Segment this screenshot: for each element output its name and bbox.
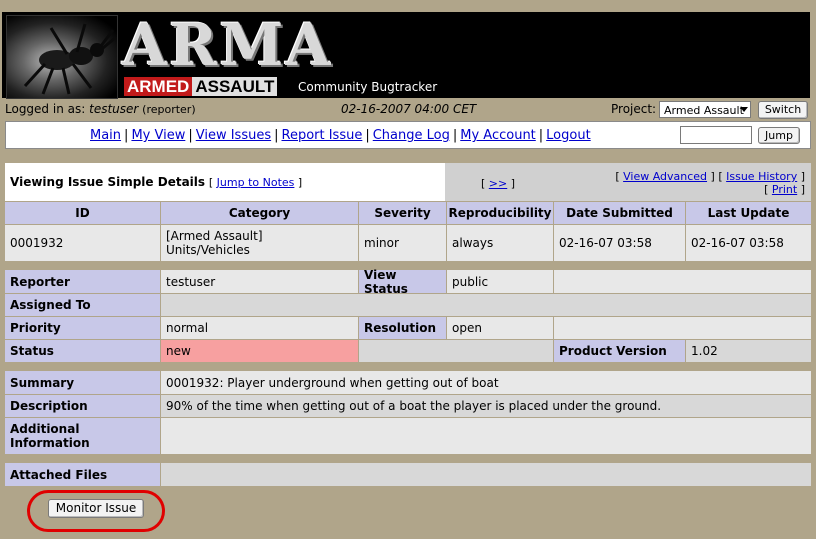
issue-view-links: [ View Advanced ] [ Issue History ] [ Pr… xyxy=(615,170,805,196)
table-row: 0001932 [Armed Assault] Units/Vehicles m… xyxy=(5,225,811,261)
product-version-label: Product Version xyxy=(554,340,685,362)
reporter-row: Reporter testuser View Status public xyxy=(5,268,811,296)
issue-reproducibility: always xyxy=(447,225,553,261)
additional-info-label: Additional Information xyxy=(5,418,160,454)
header-severity: Severity xyxy=(359,202,446,224)
view-advanced-link[interactable]: View Advanced xyxy=(623,170,707,183)
status-badge: new xyxy=(161,340,358,362)
banner-subtitle: Community Bugtracker xyxy=(298,80,438,94)
attached-files-row: Attached Files xyxy=(5,463,811,486)
print-link[interactable]: Print xyxy=(772,183,797,196)
page-title: Viewing Issue Simple Details xyxy=(10,175,206,189)
description-row: Description 90% of the time when getting… xyxy=(5,395,811,417)
issue-history-link[interactable]: Issue History xyxy=(726,170,797,183)
status-row: Status new Product Version 1.02 xyxy=(5,340,811,362)
priority-value: normal xyxy=(161,317,358,339)
reporter-label: Reporter xyxy=(5,270,160,293)
dropdown-arrow-icon xyxy=(740,107,748,112)
issue-category: [Armed Assault] Units/Vehicles xyxy=(161,225,358,261)
nav-report-issue[interactable]: Report Issue xyxy=(282,128,363,143)
project-selected-value: Armed Assault xyxy=(664,104,744,117)
project-select[interactable]: Armed Assault xyxy=(659,101,751,118)
view-status-value: public xyxy=(447,270,553,293)
attached-files-value xyxy=(161,463,811,486)
description-value: 90% of the time when getting out of a bo… xyxy=(161,395,811,417)
header-id: ID xyxy=(5,202,160,224)
nav-my-account[interactable]: My Account xyxy=(460,128,536,143)
issue-details: Viewing Issue Simple Details [ Jump to N… xyxy=(5,163,811,487)
priority-row: Priority normal Resolution open xyxy=(5,317,811,339)
issue-heading: Viewing Issue Simple Details [ Jump to N… xyxy=(5,163,445,201)
switch-button[interactable]: Switch xyxy=(758,101,808,119)
status-label: Status xyxy=(5,340,160,362)
highlight-circle xyxy=(27,490,165,532)
additional-info-row: Additional Information xyxy=(5,418,811,454)
additional-info-value xyxy=(161,418,811,454)
issue-id: 0001932 xyxy=(5,225,160,261)
jump-to-notes-link[interactable]: Jump to Notes xyxy=(217,176,295,189)
issue-severity: minor xyxy=(359,225,446,261)
table-header-row: ID Category Severity Reproducibility Dat… xyxy=(5,202,811,224)
arma-logo: ARMA xyxy=(122,11,333,79)
attached-files-label: Attached Files xyxy=(5,463,160,486)
nav-logout[interactable]: Logout xyxy=(546,128,591,143)
reporter-value: testuser xyxy=(161,270,358,293)
jump-button[interactable]: Jump xyxy=(758,127,800,144)
header-date-submitted: Date Submitted xyxy=(554,202,685,224)
header-last-update: Last Update xyxy=(686,202,811,224)
issue-last-update: 02-16-07 03:58 xyxy=(686,225,811,261)
nav-change-log[interactable]: Change Log xyxy=(373,128,450,143)
logged-in-label: Logged in as: xyxy=(5,102,86,116)
issue-date-submitted: 02-16-07 03:58 xyxy=(554,225,685,261)
description-label: Description xyxy=(5,395,160,417)
nav-view-issues[interactable]: View Issues xyxy=(196,128,271,143)
current-datetime: 02-16-2007 04:00 CET xyxy=(341,102,477,116)
username: testuser xyxy=(89,102,139,116)
assigned-row: Assigned To xyxy=(5,294,811,316)
resolution-value: open xyxy=(447,317,553,339)
header-category: Category xyxy=(161,202,358,224)
project-label: Project: xyxy=(611,102,657,116)
product-version-value: 1.02 xyxy=(686,340,811,362)
site-banner: ARMA ARMED ASSAULT Community Bugtracker xyxy=(2,11,810,99)
nav-main[interactable]: Main xyxy=(90,128,121,143)
summary-value: 0001932: Player underground when getting… xyxy=(161,371,811,394)
resolution-label: Resolution xyxy=(359,317,446,339)
assigned-to-value xyxy=(161,294,811,316)
next-issue: [ >> ] xyxy=(481,177,516,190)
summary-label: Summary xyxy=(5,371,160,394)
priority-label: Priority xyxy=(5,317,160,339)
view-status-label: View Status xyxy=(359,268,446,296)
assigned-to-label: Assigned To xyxy=(5,294,160,316)
user-role: (reporter) xyxy=(142,103,196,116)
armed-assault-logo: ARMED ASSAULT xyxy=(124,76,278,98)
summary-row: Summary 0001932: Player underground when… xyxy=(5,371,811,394)
next-issue-link[interactable]: >> xyxy=(489,177,507,190)
ant-logo-image xyxy=(6,15,118,99)
jump-issue-input[interactable] xyxy=(680,126,752,144)
header-reproducibility: Reproducibility xyxy=(447,202,553,224)
nav-my-view[interactable]: My View xyxy=(131,128,185,143)
